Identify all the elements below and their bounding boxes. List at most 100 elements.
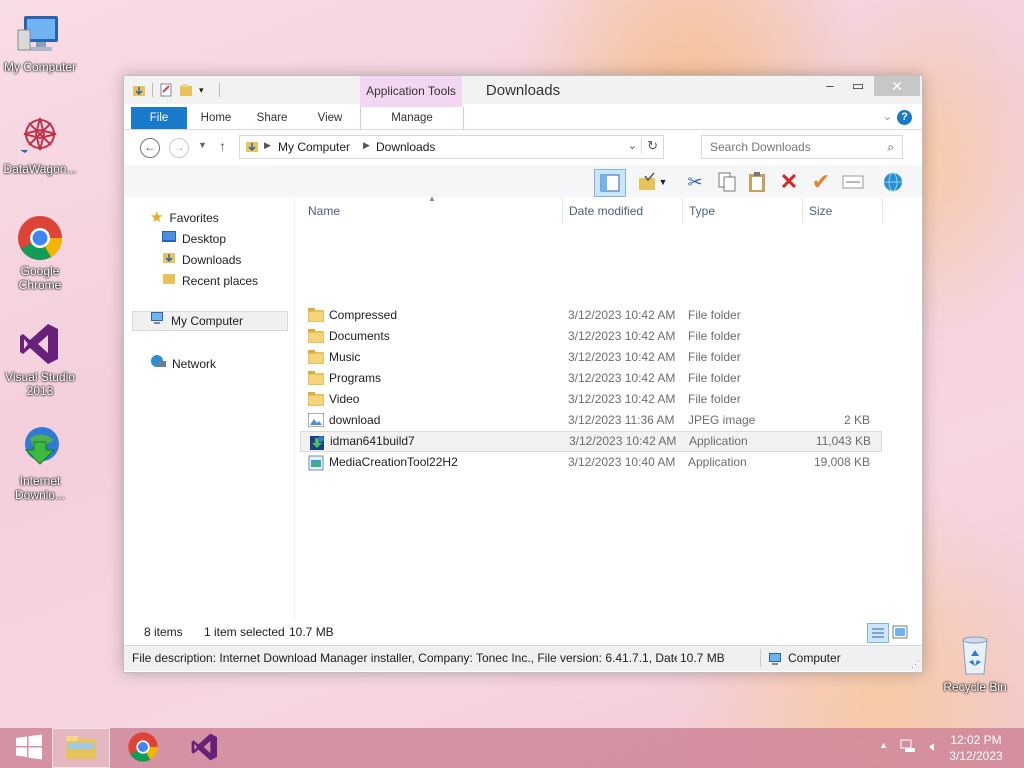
delete-icon[interactable]: ✕ [776,169,802,195]
desktop-icon-label: Internet Downlo... [14,474,66,502]
taskbar: ▲ 🔈︎ 12:02 PM 3/12/2023 [0,728,1024,768]
column-separator[interactable] [802,198,803,224]
tab-home[interactable]: Home [194,107,238,129]
forward-button[interactable]: → [169,138,189,158]
computer-icon [149,311,165,331]
network-globe-icon[interactable] [880,169,906,195]
clock-time[interactable]: 12:02 PM [946,733,1006,747]
desktop-icon-my-computer[interactable]: My Computer [0,10,80,74]
column-header-name[interactable]: Name [308,201,340,221]
file-date-modified: 3/12/2023 10:42 AM [569,434,677,448]
title-bar[interactable]: ▾ Downloads – ▭ ✕ [124,76,922,104]
help-icon[interactable]: ? [897,110,912,125]
file-name: Compressed [329,308,398,322]
file-type: File folder [688,371,741,385]
explorer-window: ▾ Downloads – ▭ ✕ Application Tools File… [123,75,923,673]
tab-manage[interactable]: Manage [360,107,464,129]
file-row[interactable]: Music 3/12/2023 10:42 AM File folder [300,347,880,368]
recent-locations-icon[interactable]: ▼ [198,140,207,150]
desktop-icon-datawagon[interactable]: DataWagon... [0,112,80,176]
preview-pane-icon[interactable] [594,169,626,197]
vertical-scrollbar[interactable] [907,198,921,620]
file-row[interactable]: Video 3/12/2023 10:42 AM File folder [300,389,880,410]
volume-icon[interactable]: 🔈︎ [930,738,938,755]
file-date-modified: 3/12/2023 10:42 AM [568,329,676,343]
column-separator[interactable] [562,198,563,224]
file-date-modified: 3/12/2023 10:42 AM [568,308,676,322]
file-row[interactable]: Compressed 3/12/2023 10:42 AM File folder [300,305,880,326]
file-date-modified: 3/12/2023 10:42 AM [568,392,676,406]
start-button[interactable] [0,728,58,768]
column-separator[interactable] [682,198,683,224]
application-tools-group: Application Tools [360,76,462,107]
file-type: Application [689,434,748,448]
minimize-button[interactable]: – [816,76,844,96]
breadcrumb-my-computer[interactable]: My Computer [278,140,350,154]
rename-check-icon[interactable]: ✔ [808,169,834,195]
paste-icon[interactable] [744,169,770,195]
desktop-icon-internet-download-manager[interactable]: Internet Downlo... [0,424,80,502]
folder-icon [308,308,324,322]
column-header-type[interactable]: Type [689,201,715,221]
expand-ribbon-icon[interactable]: ⌄ [883,110,892,123]
file-row[interactable]: MediaCreationTool22H2 3/12/2023 10:40 AM A… [300,452,880,473]
file-name: idman641build7 [330,434,415,448]
up-button[interactable]: ↑ [219,138,226,154]
nav-my-computer[interactable]: My Computer [132,311,288,331]
network-tray-icon[interactable] [900,739,916,756]
search-box[interactable]: Search Downloads ⌕ [701,135,903,159]
folder-icon [308,392,324,406]
taskbar-file-explorer[interactable] [52,728,110,768]
show-hidden-icons[interactable]: ▲ [879,740,888,750]
navigation-bar: ← → ▼ ↑ ▶ My Computer ▶ Downloads ⌄ ↻ Se… [124,131,922,164]
desktop-icon-google-chrome[interactable]: Google Chrome [0,214,80,292]
taskbar-chrome[interactable] [114,728,172,768]
details-view-icon[interactable] [867,623,889,643]
breadcrumb-downloads[interactable]: Downloads [376,140,435,154]
search-icon: ⌕ [887,140,894,154]
resize-grip-icon[interactable]: ⋰ [911,660,920,669]
desktop-icon-visual-studio[interactable]: Visual Studio 2013 [0,320,80,398]
file-row[interactable]: download 3/12/2023 11:36 AM JPEG image 2 KB [300,410,880,431]
address-dropdown-icon[interactable]: ⌄ [628,139,637,152]
column-header-size[interactable]: Size [809,201,832,221]
column-separator[interactable] [882,198,883,224]
desktop-icon-recycle-bin[interactable]: Recycle Bin [935,630,1015,694]
nav-recent-places[interactable]: Recent places [162,271,258,291]
properties-button-icon[interactable] [840,169,866,195]
media-tool-icon [308,455,324,471]
select-folder-icon[interactable] [634,169,660,195]
file-explorer-icon [65,733,97,764]
file-row[interactable]: Programs 3/12/2023 10:42 AM File folder [300,368,880,389]
copy-icon[interactable] [714,169,740,195]
nav-downloads[interactable]: Downloads [162,250,241,270]
select-dropdown-icon[interactable]: ▼ [658,169,668,195]
recycle-bin-icon [951,630,999,678]
idm-icon [16,424,64,472]
network-icon [150,354,166,374]
file-row[interactable]: Documents 3/12/2023 10:42 AM File folder [300,326,880,347]
cut-icon[interactable]: ✂ [682,169,708,195]
close-button[interactable]: ✕ [874,76,920,96]
computer-icon [16,10,64,58]
address-bar[interactable]: ▶ My Computer ▶ Downloads ⌄ ↻ [239,135,664,159]
file-row[interactable]: idman641build7 3/12/2023 10:42 AM Applicat… [300,431,882,452]
breadcrumb-chevron-icon: ▶ [264,140,271,150]
nav-network[interactable]: Network [150,354,216,374]
taskbar-visual-studio[interactable] [176,728,234,768]
location-label: Computer [788,651,841,665]
nav-desktop[interactable]: Desktop [162,229,226,249]
tab-view[interactable]: View [308,107,352,129]
sort-arrow-icon: ▲ [428,194,436,203]
window-title: Downloads [485,82,561,99]
desktop-icon-label: Recycle Bin [943,680,1007,694]
search-input[interactable]: Search Downloads [710,136,811,158]
clock-date[interactable]: 3/12/2023 [944,749,1008,763]
refresh-icon[interactable]: ↻ [641,138,658,154]
tab-file[interactable]: File [131,107,187,129]
back-button[interactable]: ← [140,138,160,158]
tab-share[interactable]: Share [250,107,294,129]
maximize-button[interactable]: ▭ [844,76,872,96]
nav-favorites[interactable]: ★ Favorites [150,208,219,228]
column-header-date[interactable]: Date modified [569,201,643,221]
